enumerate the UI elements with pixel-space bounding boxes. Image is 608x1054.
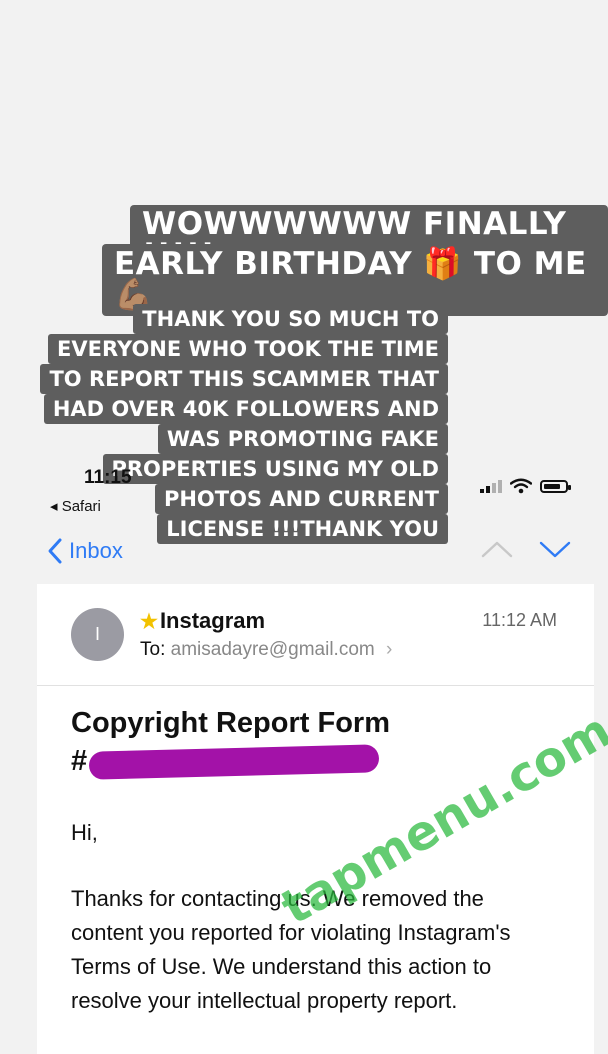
chevron-right-icon: › [386, 639, 393, 660]
recipient-line[interactable]: To: amisadayre@gmail.com › [140, 639, 392, 661]
sender-name[interactable]: ★ Instagram [140, 608, 265, 634]
chevron-left-icon [48, 538, 62, 564]
header-divider [37, 685, 594, 686]
back-to-safari-link[interactable]: ◂ Safari [50, 497, 101, 515]
story-message-line: WAS PROMOTING FAKE [157, 424, 448, 454]
story-message-line: PROPERTIES USING MY OLD [102, 454, 448, 484]
sender-avatar[interactable]: I [71, 608, 124, 661]
chevron-down-icon[interactable] [538, 538, 572, 560]
story-message-line: EVERYONE WHO TOOK THE TIME [48, 334, 448, 364]
story-message-line: TO REPORT THIS SCAMMER THAT [40, 364, 448, 394]
to-label: To: [140, 639, 166, 660]
story-message: THANK YOU SO MUCH TO EVERYONE WHO TOOK T… [40, 304, 448, 544]
redaction-mark [88, 744, 380, 780]
email-message: I ★ Instagram To: amisadayre@gmail.com ›… [37, 584, 594, 1054]
chevron-up-icon[interactable] [480, 538, 514, 560]
story-message-line: THANK YOU SO MUCH TO [133, 304, 448, 334]
status-icons [480, 478, 571, 494]
battery-icon [540, 479, 571, 493]
email-timestamp: 11:12 AM [482, 610, 557, 630]
email-subject: Copyright Report Form # [71, 704, 390, 780]
subject-hash: # [71, 745, 88, 777]
cellular-signal-icon [480, 479, 502, 493]
status-time: 11:15 [84, 467, 132, 488]
inbox-back-button[interactable]: Inbox [47, 537, 123, 565]
email-greeting: Hi, [71, 820, 98, 845]
recipient-address: amisadayre@gmail.com [170, 639, 375, 660]
story-message-line: PHOTOS AND CURRENT [154, 484, 448, 514]
subject-line: Copyright Report Form [71, 707, 390, 739]
subject-number: # [71, 742, 390, 780]
story-message-line: HAD OVER 40K FOLLOWERS AND [43, 394, 448, 424]
star-icon: ★ [140, 610, 158, 633]
story-message-line: LICENSE !!!THANK YOU [157, 514, 448, 544]
wifi-icon [510, 478, 532, 494]
sender-label: Instagram [159, 608, 266, 633]
inbox-back-label: Inbox [69, 538, 123, 563]
